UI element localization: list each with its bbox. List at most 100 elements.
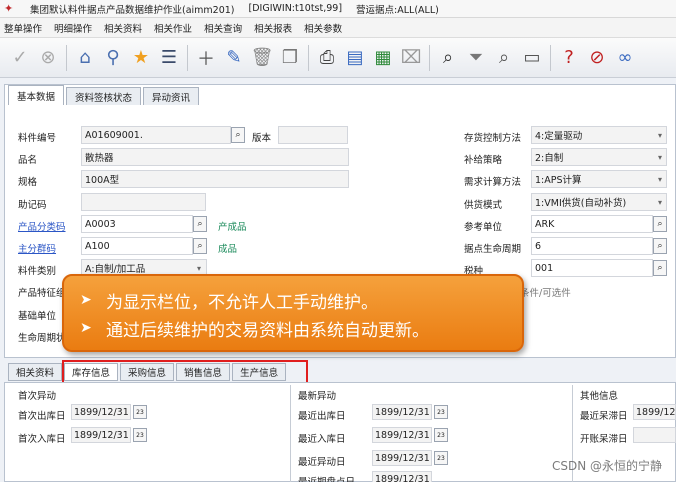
delete-icon[interactable]: 🗑 [248, 42, 276, 74]
req-calc-label: 需求计算方法 [464, 177, 522, 188]
site-info: 营运据点:ALL(ALL) [356, 4, 439, 16]
option-note: 条件/可选件 [520, 288, 571, 299]
recent-count-date[interactable]: 1899/12/31 [372, 471, 432, 482]
name-field[interactable]: 散热器 [81, 148, 349, 166]
first-in-label: 首次入库日 [18, 434, 66, 445]
toolbar-divider [308, 44, 309, 71]
req-calc-select[interactable]: 1:APS计算 [531, 170, 667, 188]
tab-related-data[interactable]: 相关资料 [8, 363, 63, 381]
category-field[interactable]: A0003 [81, 215, 193, 233]
idle-label: 最近呆滞日 [580, 411, 628, 422]
menu-item[interactable]: 相关资料 [104, 21, 142, 35]
section-divider [290, 385, 291, 482]
tab-basic-data[interactable]: 基本数据 [8, 85, 65, 105]
menu-item[interactable]: 相关报表 [254, 21, 292, 35]
recent-move-date[interactable]: 1899/12/31 [372, 450, 432, 466]
list-icon[interactable]: ☰ [155, 42, 183, 74]
first-in-date[interactable]: 1899/12/31 [71, 427, 131, 443]
location-icon[interactable]: ⚲ [99, 42, 127, 74]
export-icon[interactable]: ▤ [341, 42, 369, 74]
version-field[interactable] [278, 126, 348, 144]
lifecycle-label: 生命周期状 [18, 333, 66, 344]
site-life-field[interactable]: 6 [531, 237, 653, 255]
inv-ctrl-select[interactable]: 4:定量驱动 [531, 126, 667, 144]
menu-item[interactable]: 相关作业 [154, 21, 192, 35]
open-idle-label: 开账呆滞日 [580, 434, 628, 445]
import-icon[interactable]: ⌧ [397, 42, 425, 74]
ref-unit-field[interactable]: ARK [531, 215, 653, 233]
print-icon[interactable]: ⎙ [313, 42, 341, 74]
recent-in-date[interactable]: 1899/12/31 [372, 427, 432, 443]
excel-icon[interactable]: ▦ [369, 42, 397, 74]
open-idle-date[interactable] [633, 427, 676, 443]
calendar-icon[interactable]: 23 [434, 451, 448, 465]
group-desc: 成品 [218, 244, 238, 255]
category-label[interactable]: 产品分类码 [18, 219, 66, 233]
chevron-down-icon[interactable]: ▾ [654, 127, 666, 143]
calendar-icon[interactable]: 23 [133, 405, 147, 419]
tab-change-info[interactable]: 异动资讯 [143, 87, 200, 105]
menu-item[interactable]: 相关参数 [304, 21, 342, 35]
copy-icon[interactable]: ❐ [276, 42, 304, 74]
recent-in-label: 最近入库日 [298, 434, 346, 445]
replenish-label: 补给策略 [464, 155, 503, 166]
first-out-date[interactable]: 1899/12/31 [71, 404, 131, 420]
inv-ctrl-label: 存货控制方法 [464, 133, 522, 144]
title-bar: ✦ 集团默认料件据点产品数据维护作业(aimm201) [DIGIWIN:t10… [0, 0, 676, 18]
home-icon[interactable]: ⌂ [71, 42, 99, 74]
star-icon[interactable]: ★ [127, 42, 155, 74]
cancel-icon[interactable]: ⊗ [34, 42, 62, 74]
calendar-icon[interactable]: 23 [434, 428, 448, 442]
item-lookup-icon[interactable]: ⌕ [231, 127, 245, 143]
item-no-field[interactable]: A01609001. [81, 126, 231, 144]
close-icon[interactable]: ⊘ [583, 42, 611, 74]
group-field[interactable]: A100 [81, 237, 193, 255]
memo-field[interactable] [81, 193, 206, 211]
help-icon[interactable]: ? [555, 42, 583, 74]
callout-line: ➤ 通过后续维护的交易资料由系统自动更新。 [80, 314, 506, 342]
batch-icon[interactable]: ▭ [518, 42, 546, 74]
other-info-title: 其他信息 [580, 391, 619, 402]
replenish-select[interactable]: 2:自制 [531, 148, 667, 166]
menu-item[interactable]: 相关查询 [204, 21, 242, 35]
calendar-icon[interactable]: 23 [133, 428, 147, 442]
toolbar-divider [66, 44, 67, 71]
annotation-callout: ➤ 为显示栏位，不允许人工手动维护。 ➤ 通过后续维护的交易资料由系统自动更新。 [62, 274, 524, 352]
toolbar-divider [187, 44, 188, 71]
recent-count-label: 最近期盘点日 [298, 474, 355, 482]
tab-approval-status[interactable]: 资料签核状态 [66, 87, 142, 105]
chevron-down-icon[interactable]: ▾ [654, 194, 666, 210]
recent-out-label: 最近出库日 [298, 411, 346, 422]
menu-item[interactable]: 整单操作 [4, 21, 42, 35]
first-out-label: 首次出库日 [18, 411, 66, 422]
idle-date[interactable]: 1899/12 [633, 404, 676, 420]
toolbar-divider [429, 44, 430, 71]
chevron-down-icon[interactable]: ▾ [654, 171, 666, 187]
site-life-lookup-icon[interactable]: ⌕ [653, 238, 667, 254]
confirm-icon[interactable]: ✓ [6, 42, 34, 74]
group-label[interactable]: 主分群码 [18, 241, 56, 255]
chevron-down-icon[interactable]: ▾ [654, 149, 666, 165]
group-lookup-icon[interactable]: ⌕ [193, 238, 207, 254]
ref-unit-lookup-icon[interactable]: ⌕ [653, 216, 667, 232]
link-icon[interactable]: ∞ [611, 42, 639, 74]
supply-select[interactable]: 1:VMI供货(自动补货) [531, 193, 667, 211]
feature-label: 产品特征组 [18, 288, 66, 299]
calendar-icon[interactable]: 23 [434, 405, 448, 419]
search-icon[interactable]: ⌕ [434, 42, 462, 74]
menu-item[interactable]: 明细操作 [54, 21, 92, 35]
category-lookup-icon[interactable]: ⌕ [193, 216, 207, 232]
tax-field[interactable]: 001 [531, 259, 653, 277]
spec-field[interactable]: 100A型 [81, 170, 349, 188]
add-icon[interactable]: ＋ [192, 42, 220, 74]
query-icon[interactable]: ⌕ [490, 42, 518, 74]
callout-text-1: 为显示栏位，不允许人工手动维护。 [106, 292, 378, 313]
filter-icon[interactable]: ⏷ [462, 42, 490, 74]
name-label: 品名 [18, 155, 38, 166]
recent-out-date[interactable]: 1899/12/31 [372, 404, 432, 420]
spec-label: 规格 [18, 177, 38, 188]
category-desc: 产成品 [218, 222, 247, 233]
arrow-bullet-icon: ➤ [80, 292, 92, 308]
edit-icon[interactable]: ✎ [220, 42, 248, 74]
tax-lookup-icon[interactable]: ⌕ [653, 260, 667, 276]
